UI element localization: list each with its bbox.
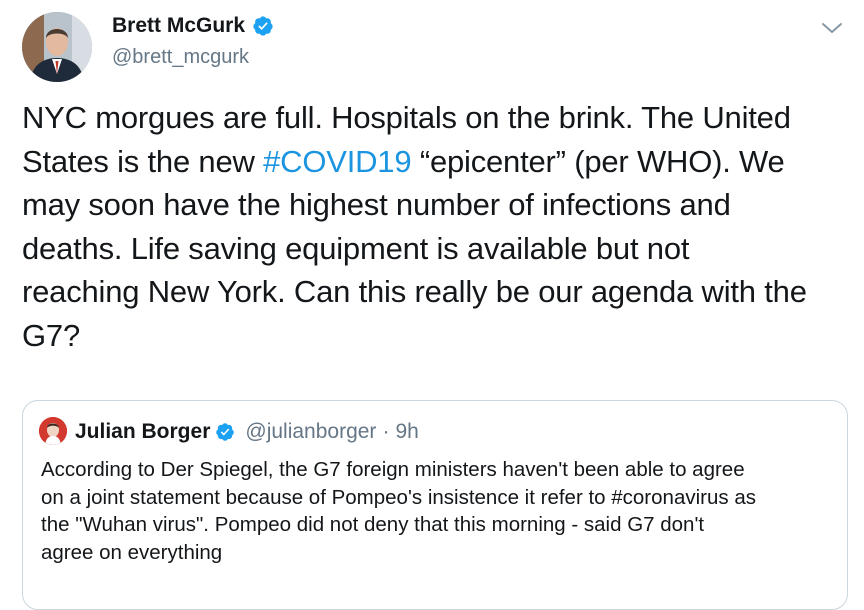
dot-separator: ·: [382, 420, 390, 443]
quoted-tweet-text: According to Der Spiegel, the G7 foreign…: [41, 456, 841, 566]
quoted-author-avatar[interactable]: [39, 417, 67, 445]
profile-photo-icon: [39, 417, 67, 445]
tweet-text-line: reaching New York. Can this really be ou…: [22, 274, 807, 309]
author-handle[interactable]: @brett_mcgurk: [112, 46, 249, 69]
quoted-text-line: the "Wuhan virus". Pompeo did not deny t…: [41, 513, 705, 536]
quoted-timestamp[interactable]: 9h: [395, 420, 418, 444]
tweet-text: NYC morgues are full. Hospitals on the b…: [22, 96, 852, 357]
quoted-author-name[interactable]: Julian Borger: [75, 420, 210, 444]
quoted-text-line: According to Der Spiegel, the G7 foreign…: [41, 458, 745, 481]
author-avatar[interactable]: [22, 12, 92, 82]
quoted-text-line: on a joint statement because of Pompeo's…: [41, 485, 756, 509]
verified-badge-icon: [216, 423, 235, 441]
tweet-text-segment: “epicenter” (per WHO). We: [411, 143, 785, 179]
profile-photo-icon: [22, 12, 92, 82]
tweet-card[interactable]: Brett McGurk @brett_mcgurk NYC morgues a…: [0, 0, 864, 610]
tweet-text-line: deaths. Life saving equipment is availab…: [22, 230, 690, 266]
quoted-tweet[interactable]: Julian Borger @julianborger · 9h Accordi…: [22, 400, 848, 610]
quoted-author-handle[interactable]: @julianborger: [245, 420, 376, 444]
tweet-text-line: NYC morgues are full. Hospitals on the b…: [22, 100, 791, 135]
quoted-text-line: agree on everything: [41, 540, 223, 564]
tweet-text-line: States is the new #COVID19 “epicenter” (…: [22, 140, 852, 184]
chevron-down-icon[interactable]: [820, 18, 844, 38]
hashtag-link[interactable]: #COVID19: [263, 144, 412, 179]
tweet-text-line: G7?: [22, 317, 80, 353]
tweet-text-segment: States is the new: [22, 143, 264, 179]
author-name[interactable]: Brett McGurk: [112, 14, 245, 38]
quoted-header: Julian Borger @julianborger · 9h: [75, 417, 419, 447]
verified-badge-icon: [253, 16, 273, 36]
tweet-text-line: may soon have the highest number of infe…: [22, 187, 731, 222]
author-name-row: Brett McGurk: [112, 14, 274, 38]
